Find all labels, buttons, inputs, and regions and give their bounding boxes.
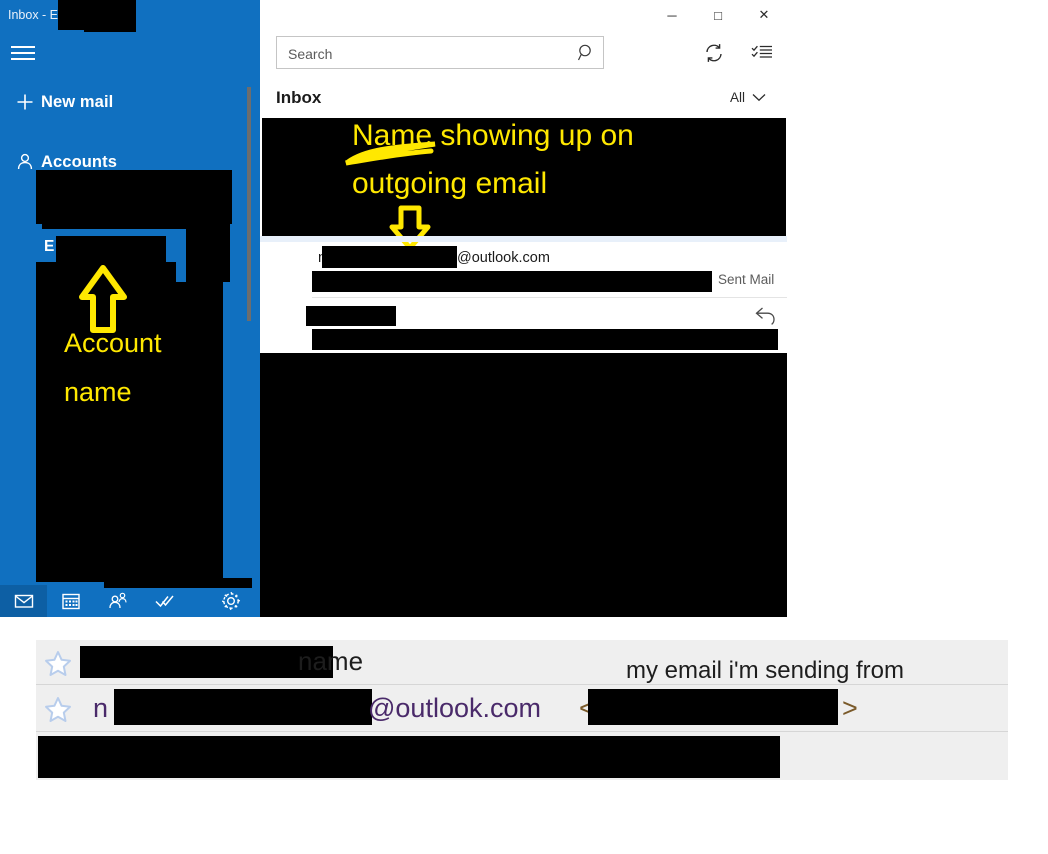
source-address-domain: @outlook.com: [368, 693, 541, 723]
minimize-button[interactable]: ─: [649, 0, 695, 30]
sidebar-scrollbar[interactable]: [247, 87, 251, 321]
todo-icon: [154, 595, 174, 608]
redaction-address-real: [588, 689, 838, 725]
sync-button[interactable]: [699, 38, 729, 68]
app-nav-todo[interactable]: [141, 585, 188, 617]
source-row-redacted[interactable]: [36, 732, 1008, 780]
redaction-account-name-2: [186, 172, 230, 282]
message-list-item-1[interactable]: n @outlook.com Sent Mail: [260, 245, 787, 295]
message-from-suffix: @outlook.com: [457, 250, 550, 266]
search-box[interactable]: [276, 36, 604, 70]
filter-all-label: All: [730, 90, 746, 105]
redaction-message-subject-2: [312, 329, 728, 350]
filter-all-button[interactable]: All: [730, 90, 766, 105]
redaction-message-subject-1: [312, 271, 712, 292]
gear-icon: [221, 591, 240, 611]
source-row-display-name[interactable]: name my email i'm sending from: [36, 640, 1008, 685]
row-divider: [312, 297, 787, 298]
window-controls: ─ □ ✕: [649, 0, 787, 30]
redaction-address-local: [114, 689, 372, 725]
mail-app-window: Inbox - E New mail Accounts E Account na…: [0, 0, 787, 617]
redaction-reading-pane: [260, 353, 787, 617]
message-list-pane: ─ □ ✕ Search Inbox All Name showing up o…: [260, 0, 787, 617]
app-nav-calendar[interactable]: [47, 585, 94, 617]
sidebar-item-new-mail-label: New mail: [41, 93, 114, 111]
select-mode-icon: [751, 45, 772, 58]
source-display-name-label: name: [298, 646, 364, 676]
star-icon[interactable]: [44, 696, 72, 728]
account-initial-letter: E: [44, 238, 55, 255]
annotation-account-name-line2: name: [64, 377, 132, 407]
redaction-folder-list: [36, 282, 223, 582]
redaction-message-from-1: [322, 246, 457, 268]
sidebar-item-new-mail[interactable]: New mail: [0, 81, 260, 123]
redaction-display-name: [80, 646, 333, 678]
app-nav-mail[interactable]: [0, 585, 47, 617]
redaction-message-meta-2: [722, 329, 778, 350]
app-nav-settings[interactable]: [207, 585, 254, 617]
message-folder-label: Sent Mail: [718, 272, 775, 287]
hamburger-menu-icon[interactable]: [9, 38, 49, 68]
annotation-scribble: [345, 141, 436, 166]
maximize-button[interactable]: □: [695, 0, 741, 30]
app-switcher-bar: [0, 585, 260, 617]
annotation-outgoing-line2: outgoing email: [352, 167, 548, 200]
close-button[interactable]: ✕: [741, 0, 787, 30]
star-icon[interactable]: [44, 650, 72, 682]
app-nav-people[interactable]: [94, 585, 141, 617]
reply-icon[interactable]: [754, 305, 778, 332]
search-input[interactable]: [286, 37, 560, 70]
screenshot-root: Inbox - E New mail Accounts E Account na…: [0, 0, 1048, 854]
message-list-item-2[interactable]: [260, 303, 787, 353]
redaction-message-from-2: [306, 306, 396, 326]
calendar-icon: [61, 593, 80, 610]
navigation-sidebar: Inbox - E New mail Accounts E Account na…: [0, 0, 284, 617]
annotation-sending-from-note: my email i'm sending from: [626, 657, 904, 684]
source-address-prefix: n: [93, 693, 109, 723]
redaction-window-title-2: [84, 16, 136, 32]
redaction-source-row-3: [38, 736, 780, 778]
chevron-down-icon: [752, 94, 766, 102]
people-icon: [108, 592, 127, 609]
mail-icon: [14, 594, 33, 608]
annotation-account-name-line1: Account: [64, 328, 162, 358]
plus-icon: [10, 81, 40, 123]
select-mode-button[interactable]: [747, 38, 777, 68]
search-icon[interactable]: [577, 43, 596, 67]
page-title: Inbox: [276, 88, 322, 107]
redaction-account-underline: [42, 215, 192, 229]
message-source-panel: name my email i'm sending from n @outloo…: [36, 640, 1008, 780]
source-bracket-close: >: [842, 693, 858, 723]
list-selection-strip: [260, 236, 787, 242]
sync-icon: [706, 44, 722, 62]
source-row-address[interactable]: n @outlook.com < >: [36, 685, 1008, 732]
annotation-up-arrow-icon: [79, 265, 127, 333]
